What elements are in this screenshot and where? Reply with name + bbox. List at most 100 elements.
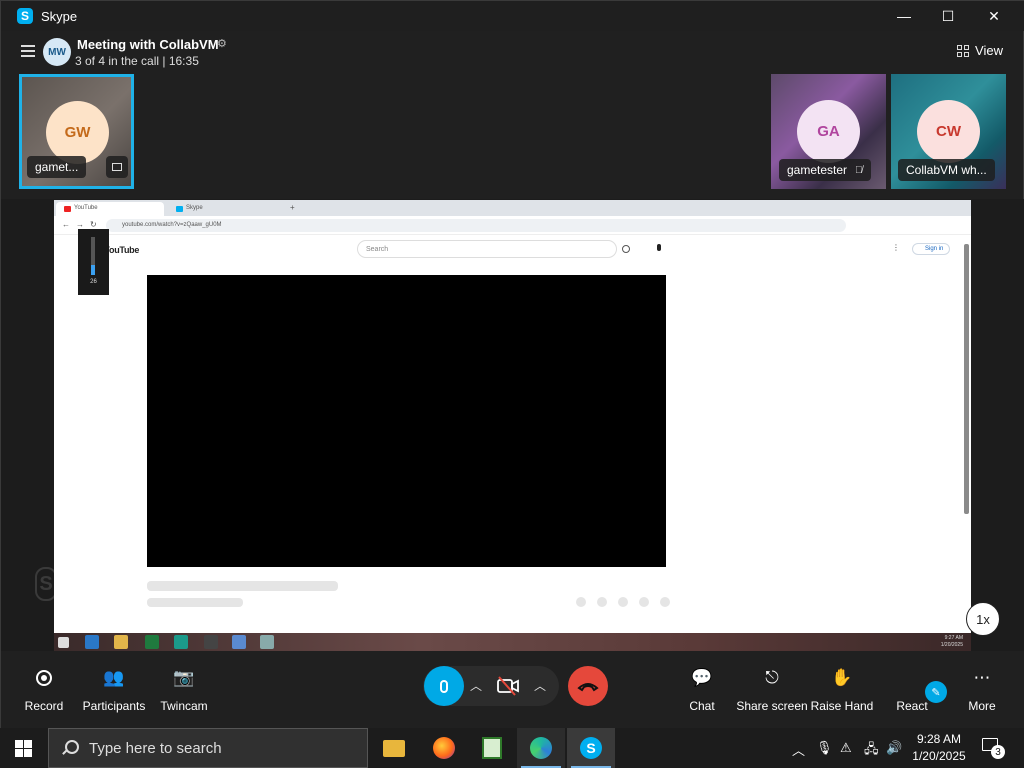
taskbar-search-input[interactable]: Type here to search (48, 728, 368, 768)
browser-tab[interactable]: Skype (168, 202, 276, 216)
edge-icon[interactable] (517, 728, 565, 768)
reload-icon[interactable]: ↻ (90, 220, 97, 229)
browser-tab-bar: YouTube Skype + (54, 200, 971, 216)
tray-chevron-up-icon[interactable]: ︿ (792, 740, 805, 759)
skype-window: S Skype — ☐ ✕ MW Meeting with CollabVM ⚙… (0, 0, 1024, 729)
vm-7zip-icon[interactable] (204, 635, 218, 649)
loading-dot (576, 597, 586, 607)
youtube-header: YouTube Search ⋮ Sign in (54, 236, 971, 262)
video-off-button[interactable] (495, 674, 521, 698)
audio-options-chevron-icon[interactable]: ︿ (470, 677, 482, 694)
more-vertical-icon[interactable]: ⋮ (892, 243, 900, 252)
notification-center-icon[interactable]: 3 (982, 738, 1005, 759)
vm-ie-icon[interactable] (85, 635, 99, 649)
url-field[interactable]: youtube.com/watch?v=zQaaw_gU0M (106, 219, 846, 232)
raise-hand-button[interactable]: ✋ Raise Hand (807, 665, 877, 713)
microphone-icon (440, 679, 448, 693)
more-button[interactable]: ⋯ More (947, 665, 1017, 713)
call-status: 3 of 4 in the call | 16:35 (75, 54, 199, 68)
vm-excel-icon[interactable] (145, 635, 159, 649)
record-button[interactable]: Record (9, 665, 79, 713)
scrollbar[interactable] (964, 244, 969, 514)
participants-button[interactable]: 👥 Participants (79, 665, 149, 713)
loading-dot (618, 597, 628, 607)
vm-app-icon[interactable] (260, 635, 274, 649)
playback-speed-button[interactable]: 1x (966, 602, 1000, 636)
vm-taskbar: 9:27 AM 1/20/2025 (54, 633, 971, 651)
participant-name: CollabVM wh... (898, 159, 995, 181)
taskbar-clock[interactable]: 9:28 AM 1/20/2025 (904, 731, 974, 765)
camera-off-icon (497, 676, 519, 696)
raise-hand-icon: ✋ (831, 668, 853, 687)
tray-network-icon[interactable]: 🖧 (864, 740, 879, 762)
editor-app-icon[interactable] (468, 728, 516, 768)
mute-microphone-button[interactable] (424, 666, 464, 706)
loading-dot (660, 597, 670, 607)
minimize-button[interactable]: — (881, 1, 927, 31)
participant-tile-ga[interactable]: GA gametester 🎙̸ (771, 74, 886, 189)
twincam-icon: 📷 (173, 668, 195, 687)
chat-button[interactable]: 💬 Chat (667, 665, 737, 713)
search-icon[interactable] (622, 245, 630, 253)
voice-search-icon[interactable] (657, 244, 661, 251)
volume-fill (91, 265, 95, 275)
windows-start-icon[interactable] (15, 740, 32, 757)
notification-count-badge: 3 (991, 745, 1005, 759)
gear-icon[interactable]: ⚙ (217, 37, 227, 50)
maximize-button[interactable]: ☐ (925, 1, 971, 31)
browser-address-bar: ← → ↻ youtube.com/watch?v=zQaaw_gU0M (54, 216, 971, 235)
youtube-logo[interactable]: YouTube (104, 245, 139, 255)
youtube-favicon-icon (64, 206, 71, 212)
view-label: View (975, 43, 1003, 58)
end-call-button[interactable] (568, 666, 608, 706)
participant-tile-gw[interactable]: GW gamet... (19, 74, 134, 189)
volume-popup: 26 (78, 229, 109, 295)
sign-in-button[interactable]: Sign in (912, 243, 951, 255)
vm-remote-icon[interactable] (232, 635, 246, 649)
video-options-chevron-icon[interactable]: ︿ (534, 677, 546, 694)
volume-value: 26 (90, 279, 97, 285)
volume-slider[interactable] (91, 237, 95, 275)
video-player[interactable] (147, 275, 666, 567)
search-icon (61, 740, 79, 756)
close-button[interactable]: ✕ (971, 1, 1017, 31)
loading-dot (597, 597, 607, 607)
skype-favicon-icon (176, 206, 183, 212)
more-horizontal-icon: ⋯ (973, 668, 991, 687)
youtube-search-input[interactable]: Search (357, 240, 617, 258)
react-pencil-icon[interactable]: ✎ (925, 681, 947, 703)
tray-app-alert-icon[interactable]: ⚠ (840, 740, 852, 756)
view-button[interactable]: View (957, 43, 1003, 58)
shared-screen[interactable]: YouTube Skype + ← → ↻ youtube.com/watch?… (54, 200, 971, 633)
vm-folder-icon[interactable] (114, 635, 128, 649)
share-screen-button[interactable]: ⎋ Share screen (733, 665, 811, 713)
participant-name: gamet... (27, 156, 87, 178)
loading-dot (639, 597, 649, 607)
new-tab-icon[interactable]: + (290, 203, 295, 212)
hamburger-menu-icon[interactable] (21, 45, 35, 57)
meeting-title[interactable]: Meeting with CollabVM (77, 37, 219, 52)
title-placeholder (147, 581, 338, 591)
twincam-button[interactable]: 📷 Twincam (149, 665, 219, 713)
hang-up-icon (577, 683, 599, 692)
vm-edge-icon[interactable] (174, 635, 188, 649)
participant-tile-cw[interactable]: CW CollabVM wh... (891, 74, 1006, 189)
window-title: Skype (41, 8, 78, 24)
vm-start-icon[interactable] (58, 637, 69, 648)
file-explorer-icon[interactable] (370, 728, 418, 768)
chat-icon: 💬 (691, 668, 713, 687)
browser-tab[interactable]: YouTube (56, 202, 164, 216)
tray-microphone-icon[interactable]: 🎙 (816, 740, 833, 756)
meeting-avatar[interactable]: MW (43, 38, 71, 66)
call-header: MW Meeting with CollabVM ⚙ 3 of 4 in the… (1, 31, 1024, 73)
share-screen-indicator-icon (106, 156, 128, 178)
firefox-icon[interactable] (420, 728, 468, 768)
participant-avatar: GW (46, 101, 109, 164)
participants-icon: 👥 (103, 668, 125, 687)
tray-volume-icon[interactable]: 🔊 (886, 740, 902, 756)
title-bar: S Skype — ☐ ✕ (1, 1, 1024, 31)
mic-muted-icon: 🎙̸ (855, 164, 863, 176)
forward-icon[interactable]: → (76, 220, 84, 229)
back-icon[interactable]: ← (62, 220, 70, 229)
skype-taskbar-icon[interactable]: S (567, 728, 615, 768)
